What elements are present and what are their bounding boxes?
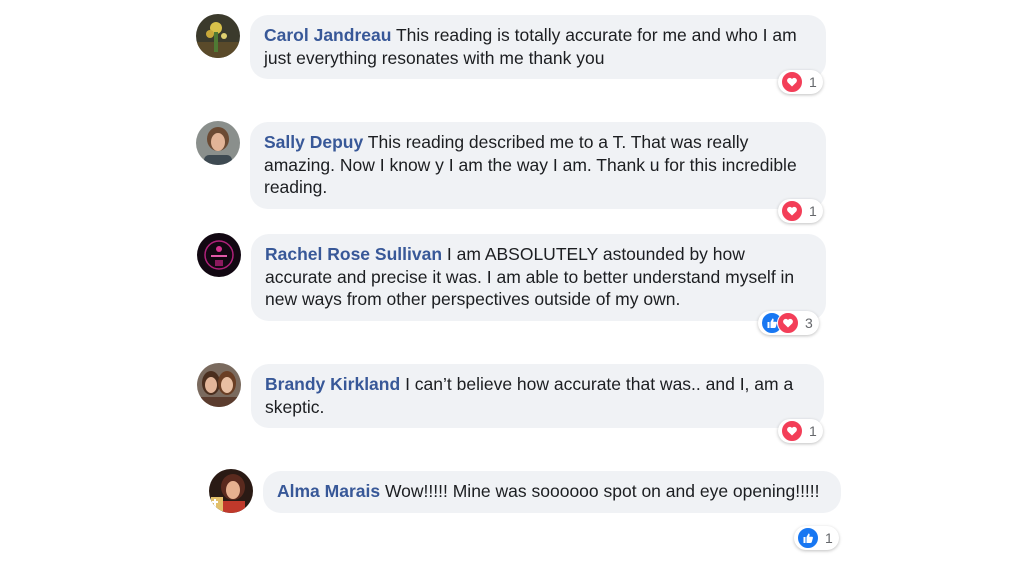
avatar[interactable] xyxy=(196,121,240,165)
comment-bubble: Carol Jandreau This reading is totally a… xyxy=(250,15,826,79)
reaction-count: 1 xyxy=(809,74,817,90)
reaction-count: 1 xyxy=(809,203,817,219)
love-icon xyxy=(781,420,803,442)
love-icon xyxy=(781,200,803,222)
reaction-summary[interactable]: 1 xyxy=(794,526,839,550)
comment-author[interactable]: Alma Marais xyxy=(277,481,380,501)
reaction-count: 1 xyxy=(809,423,817,439)
comment-text: Wow!!!!! Mine was soooooo spot on and ey… xyxy=(384,481,820,501)
love-icon xyxy=(777,312,799,334)
avatar[interactable] xyxy=(196,14,240,58)
reaction-summary[interactable]: 3 xyxy=(758,311,819,335)
like-icon xyxy=(797,527,819,549)
reaction-summary[interactable]: 1 xyxy=(778,199,823,223)
avatar[interactable] xyxy=(209,469,253,513)
reaction-count: 1 xyxy=(825,530,833,546)
love-icon xyxy=(781,71,803,93)
comment-author[interactable]: Brandy Kirkland xyxy=(265,374,400,394)
avatar[interactable] xyxy=(197,363,241,407)
comment-bubble: Alma Marais Wow!!!!! Mine was soooooo sp… xyxy=(263,471,841,513)
comment-author[interactable]: Rachel Rose Sullivan xyxy=(265,244,442,264)
reaction-summary[interactable]: 1 xyxy=(778,70,823,94)
comment-bubble: Rachel Rose Sullivan I am ABSOLUTELY ast… xyxy=(251,234,826,321)
reaction-summary[interactable]: 1 xyxy=(778,419,823,443)
comment-thread: Carol Jandreau This reading is totally a… xyxy=(0,0,1024,576)
comment-bubble: Sally Depuy This reading described me to… xyxy=(250,122,826,209)
avatar[interactable] xyxy=(197,233,241,277)
reaction-count: 3 xyxy=(805,315,813,331)
comment-bubble: Brandy Kirkland I can’t believe how accu… xyxy=(251,364,824,428)
comment-author[interactable]: Sally Depuy xyxy=(264,132,363,152)
comment-author[interactable]: Carol Jandreau xyxy=(264,25,391,45)
